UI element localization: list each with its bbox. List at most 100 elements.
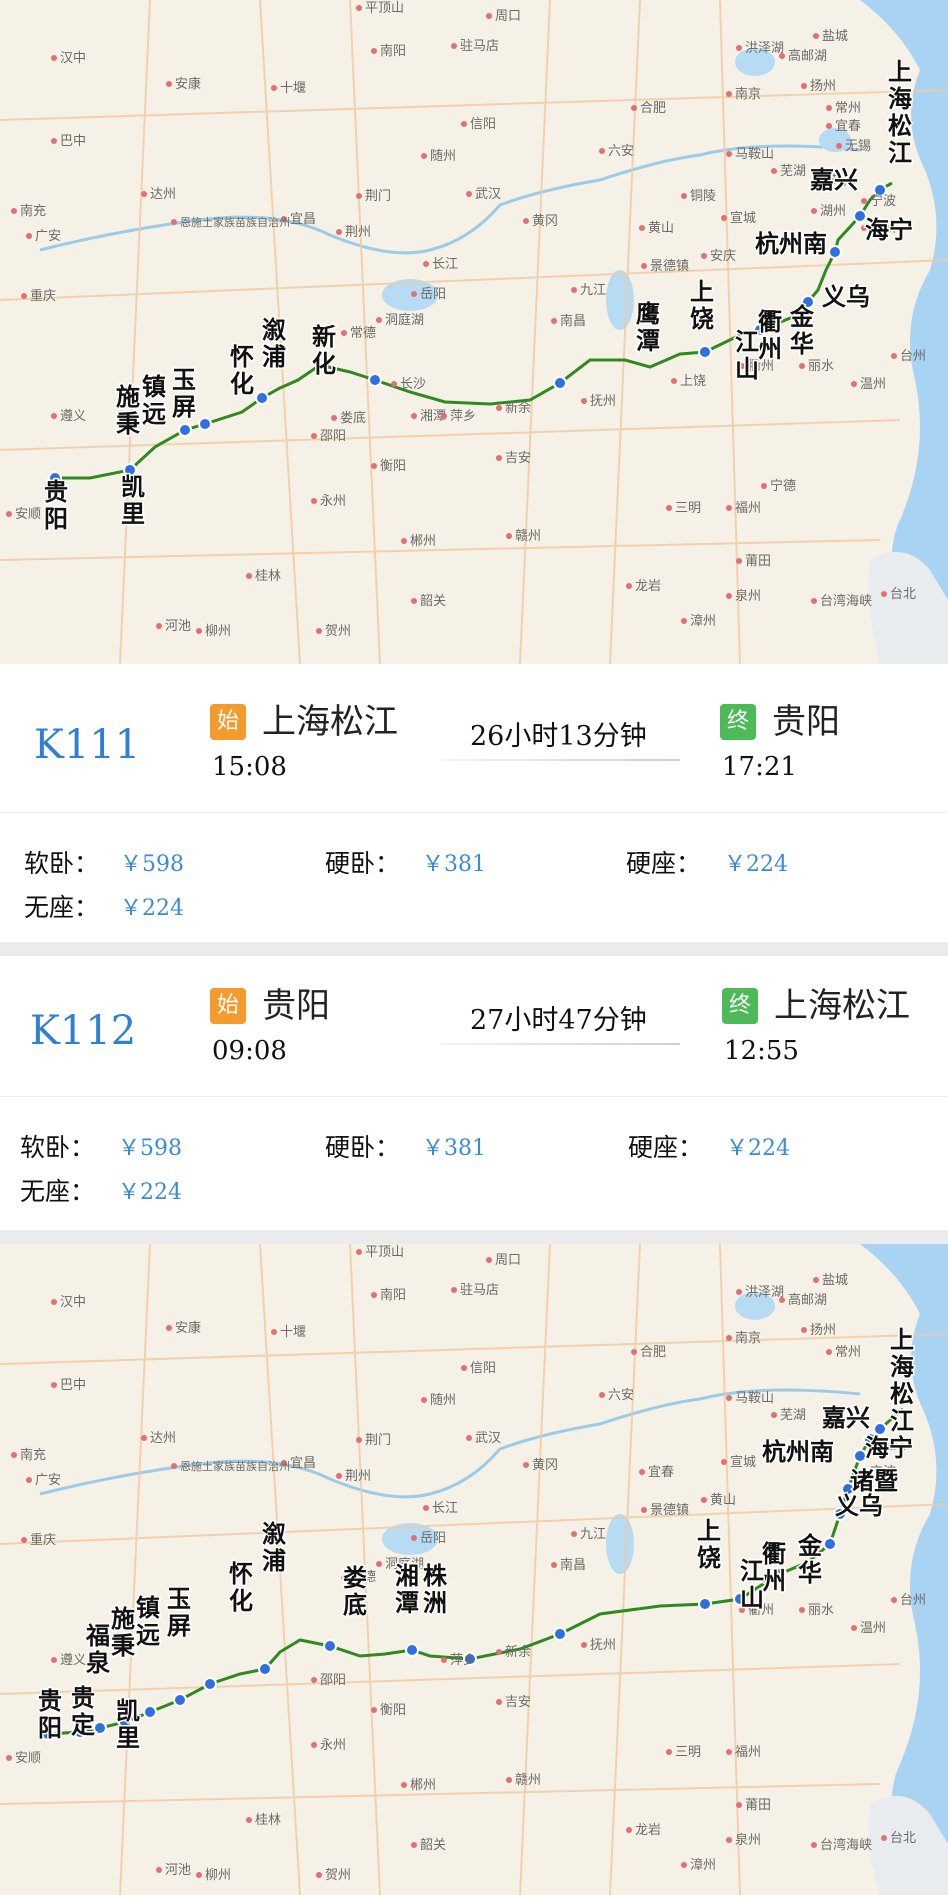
city-dot bbox=[861, 198, 867, 204]
to-station: 上海松江 bbox=[774, 986, 910, 1026]
place-label: 遵义 bbox=[60, 408, 86, 424]
place-label: 南充 bbox=[20, 203, 46, 219]
city-dot bbox=[506, 1777, 512, 1783]
city-dot bbox=[626, 1827, 632, 1833]
city-dot bbox=[21, 293, 27, 299]
place-label: 湖州 bbox=[820, 204, 846, 219]
station-label: 海 bbox=[890, 1353, 914, 1381]
place-label: 河池 bbox=[165, 1863, 191, 1878]
station-label: 江 bbox=[735, 328, 759, 356]
station-label: 阳 bbox=[38, 1714, 62, 1742]
city-dot bbox=[421, 153, 427, 159]
place-label: 温州 bbox=[860, 1621, 886, 1636]
station-label: 湘 bbox=[395, 1562, 419, 1590]
station-dot bbox=[368, 373, 382, 387]
station-label: 鹰 bbox=[636, 300, 660, 328]
station-label: 潭 bbox=[395, 1589, 419, 1617]
city-dot bbox=[271, 85, 277, 91]
city-dot bbox=[851, 1625, 857, 1631]
station-dot bbox=[93, 1721, 107, 1735]
station-label: 施 bbox=[111, 1605, 135, 1633]
city-dot bbox=[736, 1289, 742, 1295]
city-dot bbox=[411, 291, 417, 297]
route-map-top[interactable]: 平顶山 周口 驻马店 南阳 汉中 安康 十堰 信阳 随州 合肥 南京 盐城 洪泽湖 高邮湖 扬州 常州 无锡 苏州… bbox=[0, 0, 948, 664]
city-dot bbox=[466, 191, 472, 197]
place-label: 六安 bbox=[608, 144, 634, 159]
place-label: 洞庭湖 bbox=[385, 312, 424, 328]
station-label: 衢 bbox=[758, 308, 782, 336]
city-dot bbox=[813, 1277, 819, 1283]
place-label: 福州 bbox=[735, 501, 761, 516]
place-label: 黄山 bbox=[710, 1493, 736, 1508]
place-label: 周口 bbox=[495, 9, 521, 24]
station-label: 潭 bbox=[636, 327, 660, 355]
station-label: 凯 bbox=[116, 1697, 140, 1725]
train-card-k112[interactable]: K112 始 贵阳 09:08 27小时47分钟 终 上海松江 12:55 软卧… bbox=[0, 956, 948, 1230]
place-label: 驻马店 bbox=[460, 39, 499, 54]
place-label: 泉州 bbox=[735, 588, 761, 604]
place-label: 福州 bbox=[735, 1745, 761, 1760]
train-number[interactable]: K111 bbox=[34, 722, 140, 768]
city-dot bbox=[166, 81, 172, 87]
city-dot bbox=[811, 598, 817, 604]
city-dot bbox=[391, 381, 397, 387]
city-dot bbox=[726, 151, 732, 157]
city-dot bbox=[51, 1299, 57, 1305]
city-dot bbox=[599, 1392, 605, 1398]
city-dot bbox=[376, 317, 382, 323]
price-label-hard-sleeper: 硬卧： bbox=[325, 849, 401, 878]
place-label: 宁德 bbox=[770, 478, 796, 494]
train-number[interactable]: K112 bbox=[30, 1008, 136, 1054]
city-dot bbox=[156, 623, 162, 629]
city-dot bbox=[639, 225, 645, 231]
place-label: 洪泽湖 bbox=[745, 1285, 784, 1300]
station-label: 饶 bbox=[690, 305, 714, 333]
place-label: 宁波 bbox=[870, 193, 896, 209]
station-label: 嘉兴 bbox=[822, 1404, 870, 1432]
place-label: 宣城 bbox=[730, 1454, 756, 1470]
station-label: 金 bbox=[789, 303, 815, 331]
place-label: 漳州 bbox=[690, 613, 716, 629]
city-dot bbox=[423, 1505, 429, 1511]
city-dot bbox=[441, 413, 447, 419]
place-label: 随州 bbox=[430, 149, 456, 164]
place-label: 柳州 bbox=[205, 1868, 231, 1883]
price-soft-sleeper: ￥598 bbox=[120, 852, 184, 877]
place-label: 南昌 bbox=[560, 1557, 586, 1573]
station-label: 上 bbox=[690, 278, 714, 306]
city-dot bbox=[246, 573, 252, 579]
route-map-bottom[interactable]: 平顶山 周口 驻马店 南阳 汉中 安康 十堰 信阳 随州 合肥 南京 盐城 洪泽湖 高邮湖 扬州 常州 武汉 黄冈… bbox=[0, 1244, 948, 1895]
place-label: 常德 bbox=[350, 326, 376, 341]
place-label: 安康 bbox=[175, 76, 201, 92]
station-label: 浦 bbox=[262, 343, 286, 371]
place-label: 长沙 bbox=[400, 377, 426, 392]
city-dot bbox=[26, 233, 32, 239]
price-no-seat: ￥224 bbox=[120, 896, 184, 921]
station-label: 州 bbox=[762, 1567, 786, 1595]
city-dot bbox=[51, 1657, 57, 1663]
city-dot bbox=[423, 261, 429, 267]
station-label: 贵 bbox=[71, 1684, 95, 1712]
station-dot bbox=[405, 1643, 419, 1657]
place-label: 南阳 bbox=[380, 1287, 406, 1303]
city-dot bbox=[466, 1435, 472, 1441]
station-label: 金 bbox=[797, 1532, 823, 1560]
station-label: 义乌 bbox=[835, 1492, 883, 1520]
duration-line bbox=[440, 1043, 680, 1045]
to-station: 贵阳 bbox=[772, 702, 840, 742]
arrive-time: 12:55 bbox=[724, 1036, 799, 1066]
city-dot bbox=[451, 43, 457, 49]
train-card-k111[interactable]: K111 始 上海松江 15:08 26小时13分钟 终 贵阳 17:21 软卧… bbox=[0, 664, 948, 942]
place-label: 上饶 bbox=[680, 374, 706, 389]
city-dot bbox=[506, 533, 512, 539]
station-dot bbox=[255, 391, 269, 405]
city-dot bbox=[681, 1862, 687, 1868]
station-label: 化 bbox=[230, 370, 254, 398]
card-separator bbox=[0, 942, 948, 956]
station-label: 化 bbox=[229, 1587, 253, 1615]
place-label: 高邮湖 bbox=[788, 48, 827, 64]
city-dot bbox=[581, 1642, 587, 1648]
city-dot bbox=[166, 1325, 172, 1331]
station-label: 嘉兴 bbox=[810, 166, 858, 194]
city-dot bbox=[411, 1842, 417, 1848]
